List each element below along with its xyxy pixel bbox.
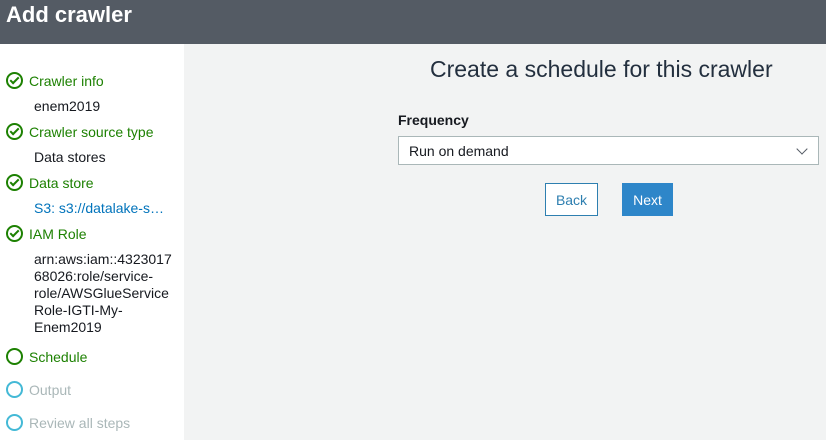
step-label: IAM Role: [29, 225, 87, 242]
circle-icon: [6, 348, 23, 365]
iam-role-line: arn:aws:iam::4323017: [34, 251, 172, 267]
step-label: Crawler info: [29, 72, 104, 89]
frequency-selected-value: Run on demand: [409, 143, 509, 159]
data-store-link[interactable]: S3: s3://datalake-s…: [34, 200, 164, 217]
check-circle-icon: [6, 225, 23, 242]
step-detail: Data stores: [34, 149, 106, 165]
step-label: Review all steps: [29, 414, 131, 431]
iam-role-line: 68026:role/service-: [34, 268, 154, 284]
step-review-all-steps: Review all steps: [6, 414, 130, 431]
frequency-label: Frequency: [398, 112, 469, 128]
step-crawler-source-type[interactable]: Crawler source type: [6, 123, 154, 140]
next-button[interactable]: Next: [622, 183, 673, 216]
step-crawler-info[interactable]: Crawler info: [6, 72, 104, 89]
iam-role-line: Role-IGTI-My-: [34, 302, 123, 318]
step-detail: enem2019: [34, 98, 101, 114]
circle-icon: [6, 414, 23, 431]
iam-role-line: role/AWSGlueService: [34, 285, 169, 301]
check-circle-icon: [6, 72, 23, 89]
page-title: Add crawler: [6, 2, 132, 27]
section-heading: Create a schedule for this crawler: [430, 56, 773, 82]
step-data-store[interactable]: Data store: [6, 174, 94, 191]
step-label: Output: [29, 381, 72, 398]
page-header: Add crawler: [0, 0, 826, 44]
check-circle-icon: [6, 123, 23, 140]
step-iam-role[interactable]: IAM Role: [6, 225, 87, 242]
step-label: Crawler source type: [29, 123, 154, 140]
main-content: Create a schedule for this crawler Frequ…: [184, 44, 826, 440]
iam-role-line: Enem2019: [34, 319, 102, 335]
back-button[interactable]: Back: [545, 183, 598, 216]
check-circle-icon: [6, 174, 23, 191]
circle-icon: [6, 381, 23, 398]
step-schedule[interactable]: Schedule: [6, 348, 87, 365]
step-output: Output: [6, 381, 71, 398]
step-label: Schedule: [29, 348, 88, 365]
wizard-steps-sidebar: Crawler info enem2019 Crawler source typ…: [0, 44, 184, 440]
frequency-select[interactable]: Run on demand: [398, 136, 819, 165]
chevron-down-icon: [796, 143, 808, 155]
step-label: Data store: [29, 174, 94, 191]
